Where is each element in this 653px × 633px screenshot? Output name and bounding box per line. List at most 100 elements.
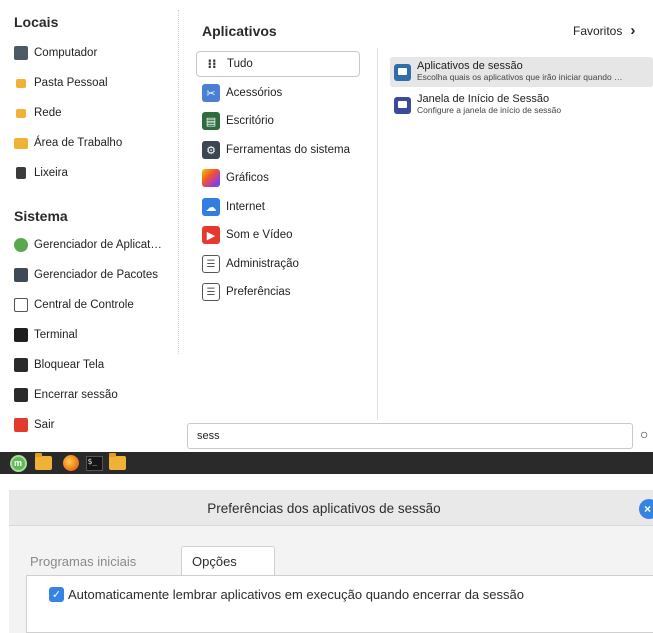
category-all[interactable]: ⁝⁝ Tudo: [196, 51, 360, 77]
category-label: Internet: [226, 201, 265, 213]
search-input[interactable]: sess: [187, 423, 633, 449]
places-system-column: Locais Computador Pasta Pessoal Rede Áre…: [0, 0, 178, 450]
system-label: Terminal: [34, 329, 78, 341]
places-title: Locais: [14, 14, 59, 30]
package-manager-icon: [14, 268, 28, 282]
category-label: Preferências: [226, 286, 291, 298]
system-label: Bloquear Tela: [34, 359, 105, 371]
mint-menu-button[interactable]: m: [9, 454, 27, 472]
apps-divider: [377, 48, 378, 420]
tab-startup-programs[interactable]: Programas iniciais: [30, 546, 136, 576]
category-multimedia[interactable]: ▶ Som e Vídeo: [196, 222, 360, 248]
category-label: Som e Vídeo: [226, 229, 293, 241]
system-label: Gerenciador de Aplicat…: [34, 239, 162, 251]
remember-apps-option[interactable]: ✓ Automaticamente lembrar aplicativos em…: [49, 587, 524, 602]
app-texts: Janela de Início de Sessão Configure a j…: [417, 93, 561, 116]
place-label: Rede: [34, 107, 62, 119]
system-quit[interactable]: Sair: [14, 413, 54, 437]
category-graphics[interactable]: Gráficos: [196, 165, 360, 191]
office-icon: ▤: [202, 112, 220, 130]
checkbox-checked-icon[interactable]: ✓: [49, 587, 64, 602]
terminal-icon: [14, 328, 28, 342]
system-label: Sair: [34, 419, 55, 431]
chevron-right-icon: ›: [630, 22, 636, 39]
system-tools-icon: ⚙: [202, 141, 220, 159]
computer-icon: [14, 46, 28, 60]
place-computer[interactable]: Computador: [14, 41, 97, 65]
logout-icon: [14, 388, 28, 402]
system-control-center[interactable]: Central de Controle: [14, 293, 134, 317]
lock-icon: [14, 358, 28, 372]
graphics-icon: [202, 169, 220, 187]
category-office[interactable]: ▤ Escritório: [196, 108, 360, 134]
category-label: Tudo: [227, 58, 253, 70]
home-folder-icon: [16, 78, 26, 88]
login-window-icon: [394, 97, 411, 114]
system-lock-screen[interactable]: Bloquear Tela: [14, 353, 104, 377]
power-icon: [14, 418, 28, 432]
category-accessories[interactable]: ✂ Acessórios: [196, 80, 360, 106]
options-panel: ✓ Automaticamente lembrar aplicativos em…: [26, 575, 653, 633]
terminal-launcher[interactable]: $_: [85, 454, 103, 472]
category-system-tools[interactable]: ⚙ Ferramentas do sistema: [196, 137, 360, 163]
folder-launcher[interactable]: [108, 453, 126, 472]
files-icon: [34, 453, 52, 470]
firefox-icon: [63, 455, 79, 471]
place-network[interactable]: Rede: [14, 101, 62, 125]
software-manager-icon: [14, 238, 28, 252]
multimedia-icon: ▶: [202, 226, 220, 244]
search-icon: ○: [640, 426, 649, 442]
application-menu: Locais Computador Pasta Pessoal Rede Áre…: [0, 0, 653, 450]
files-launcher[interactable]: [34, 453, 52, 472]
internet-icon: ☁: [202, 198, 220, 216]
app-texts: Aplicativos de sessão Escolha quais os a…: [417, 60, 623, 83]
category-internet[interactable]: ☁ Internet: [196, 194, 360, 220]
close-button[interactable]: ×: [639, 499, 653, 519]
firefox-launcher[interactable]: [62, 454, 80, 472]
system-terminal[interactable]: Terminal: [14, 323, 77, 347]
system-logout[interactable]: Encerrar sessão: [14, 383, 118, 407]
app-name: Aplicativos de sessão: [417, 60, 523, 72]
dialog-titlebar[interactable]: Preferências dos aplicativos de sessão ×: [9, 490, 653, 526]
search-value: sess: [197, 430, 220, 442]
system-label: Gerenciador de Pacotes: [34, 269, 159, 281]
category-label: Administração: [226, 258, 299, 270]
category-label: Escritório: [226, 115, 274, 127]
desktop-gap: [0, 474, 653, 490]
system-package-manager[interactable]: Gerenciador de Pacotes: [14, 263, 158, 287]
category-preferences[interactable]: ☰ Preferências: [196, 279, 360, 305]
place-label: Área de Trabalho: [34, 137, 123, 149]
desktop-folder-icon: [14, 137, 28, 149]
category-label: Ferramentas do sistema: [226, 144, 350, 156]
session-preferences-dialog: Preferências dos aplicativos de sessão ×…: [9, 490, 653, 633]
place-label: Computador: [34, 47, 98, 59]
app-description: Configure a janela de início de sessão: [417, 105, 562, 115]
close-icon: ×: [644, 502, 652, 516]
category-label: Gráficos: [226, 172, 269, 184]
preferences-icon: ☰: [202, 283, 220, 301]
app-login-window[interactable]: Janela de Início de Sessão Configure a j…: [390, 90, 653, 120]
system-label: Encerrar sessão: [34, 389, 118, 401]
administration-icon: ☰: [202, 255, 220, 273]
terminal-icon: $_: [85, 455, 103, 471]
tab-options[interactable]: Opções: [181, 546, 275, 576]
system-software-manager[interactable]: Gerenciador de Aplicat…: [14, 233, 162, 257]
mint-menu-icon: m: [9, 454, 27, 472]
folder-icon: [108, 453, 126, 470]
column-divider: [178, 10, 179, 354]
trash-icon: [16, 167, 26, 179]
system-label: Central de Controle: [34, 299, 134, 311]
app-description: Escolha quais os aplicativos que irão in…: [417, 72, 623, 82]
taskbar: m $_: [0, 452, 653, 474]
place-home[interactable]: Pasta Pessoal: [14, 71, 108, 95]
remember-apps-label: Automaticamente lembrar aplicativos em e…: [68, 587, 524, 602]
dialog-title: Preferências dos aplicativos de sessão: [207, 501, 441, 516]
session-apps-icon: [394, 64, 411, 81]
control-center-icon: [14, 298, 28, 312]
favorites-button[interactable]: Favoritos ›: [573, 22, 635, 39]
place-trash[interactable]: Lixeira: [14, 161, 68, 185]
category-administration[interactable]: ☰ Administração: [196, 251, 360, 277]
app-session-apps[interactable]: Aplicativos de sessão Escolha quais os a…: [390, 57, 653, 87]
place-label: Pasta Pessoal: [34, 77, 108, 89]
place-desktop[interactable]: Área de Trabalho: [14, 131, 122, 155]
